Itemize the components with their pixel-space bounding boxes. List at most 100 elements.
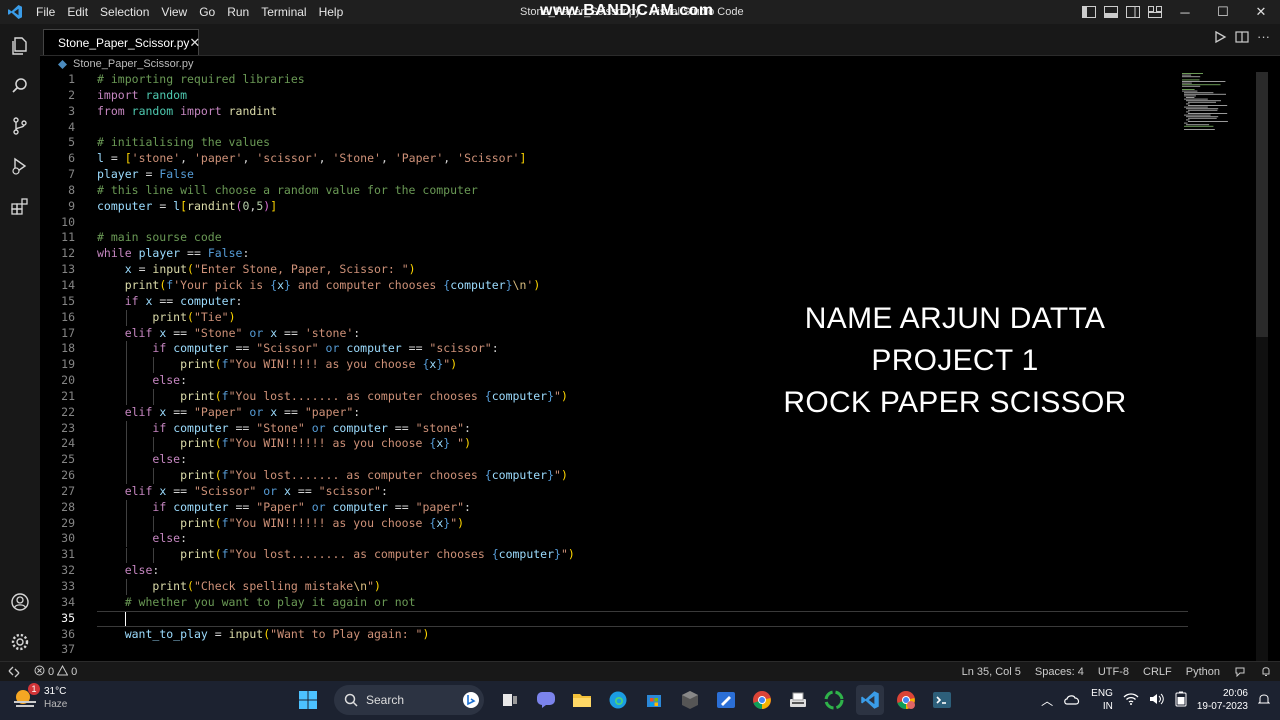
- code-line[interactable]: want_to_play = input("Want to Play again…: [97, 627, 1197, 643]
- code-line[interactable]: # main sourse code: [97, 230, 1197, 246]
- code-line[interactable]: # importing required libraries: [97, 72, 1197, 88]
- code-line[interactable]: [97, 611, 1197, 627]
- menu-go[interactable]: Go: [193, 0, 221, 24]
- code-line[interactable]: print(f"You lost........ as computer cho…: [97, 547, 1197, 563]
- notification-center-icon[interactable]: [1257, 692, 1271, 709]
- menu-terminal[interactable]: Terminal: [255, 0, 312, 24]
- cursor-position[interactable]: Ln 35, Col 5: [962, 666, 1021, 678]
- menu-view[interactable]: View: [155, 0, 193, 24]
- feedback-icon[interactable]: [1234, 665, 1246, 680]
- show-hidden-icons-chevron-icon[interactable]: ︿: [1041, 692, 1053, 709]
- start-button-icon[interactable]: [294, 685, 322, 715]
- onedrive-cloud-icon[interactable]: [1063, 693, 1081, 708]
- run-and-debug-icon[interactable]: [8, 154, 32, 178]
- search-icon: [344, 693, 358, 707]
- language-mode[interactable]: Python: [1186, 666, 1220, 678]
- weather-widget[interactable]: 1 31°C Haze: [12, 683, 67, 711]
- code-line[interactable]: [97, 120, 1197, 136]
- menu-run[interactable]: Run: [221, 0, 255, 24]
- vertical-scrollbar[interactable]: [1256, 72, 1268, 661]
- tab-stone-paper-scissor[interactable]: Stone_Paper_Scissor.py ✕: [43, 29, 200, 55]
- code-line[interactable]: else:: [97, 531, 1197, 547]
- scrollbar-thumb[interactable]: [1256, 72, 1268, 337]
- toggle-primary-sidebar-icon[interactable]: [1078, 0, 1100, 24]
- settings-gear-icon[interactable]: [8, 630, 32, 654]
- encoding[interactable]: UTF-8: [1098, 666, 1129, 678]
- maximize-button[interactable]: ☐: [1204, 0, 1242, 24]
- terminal-app-icon[interactable]: [928, 685, 956, 715]
- indent-guide: [125, 373, 127, 389]
- split-editor-icon[interactable]: [1235, 30, 1249, 49]
- breadcrumb-file[interactable]: Stone_Paper_Scissor.py: [73, 58, 193, 70]
- toggle-panel-icon[interactable]: [1100, 0, 1122, 24]
- line-number: 21: [61, 388, 75, 403]
- code-line[interactable]: # initialising the values: [97, 135, 1197, 151]
- line-number: 10: [61, 214, 75, 229]
- search-icon[interactable]: [8, 74, 32, 98]
- microsoft-store-icon[interactable]: [640, 685, 668, 715]
- code-line[interactable]: elif x == "Scissor" or x == "scissor":: [97, 484, 1197, 500]
- scanner-app-icon[interactable]: [784, 685, 812, 715]
- input-language[interactable]: ENG IN: [1091, 687, 1113, 713]
- code-line[interactable]: if computer == "Paper" or computer == "p…: [97, 500, 1197, 516]
- toggle-secondary-sidebar-icon[interactable]: [1122, 0, 1144, 24]
- code-line[interactable]: # this line will choose a random value f…: [97, 183, 1197, 199]
- code-line[interactable]: [97, 642, 1197, 658]
- sync-app-icon[interactable]: [820, 685, 848, 715]
- code-line[interactable]: print(f"You WIN!!!!!! as you choose {x} …: [97, 436, 1197, 452]
- whiteboard-app-icon[interactable]: [712, 685, 740, 715]
- remote-indicator-icon[interactable]: [0, 662, 28, 682]
- edge-browser-icon[interactable]: [604, 685, 632, 715]
- code-editor[interactable]: 1 2 3 4 5 6 7 8 9 10 11 12 13 14 15 16 17 18 19 20 21 22 23 24 2…: [40, 72, 1268, 661]
- code-line[interactable]: [97, 215, 1197, 231]
- minimize-button[interactable]: ─: [1166, 0, 1204, 24]
- menu-selection[interactable]: Selection: [94, 0, 155, 24]
- source-control-icon[interactable]: [8, 114, 32, 138]
- code-line[interactable]: print("Check spelling mistake\n"): [97, 579, 1197, 595]
- code-line[interactable]: import random: [97, 88, 1197, 104]
- minimap-line: [1182, 89, 1195, 90]
- chrome-browser-icon[interactable]: [748, 685, 776, 715]
- chrome-profile-icon[interactable]: [892, 685, 920, 715]
- code-line[interactable]: else:: [97, 563, 1197, 579]
- code-line[interactable]: computer = l[randint(0,5)]: [97, 199, 1197, 215]
- code-line[interactable]: l = ['stone', 'paper', 'scissor', 'Stone…: [97, 151, 1197, 167]
- file-explorer-icon[interactable]: [568, 685, 596, 715]
- accounts-icon[interactable]: [8, 590, 32, 614]
- code-line[interactable]: else:: [97, 452, 1197, 468]
- volume-icon[interactable]: [1149, 693, 1165, 708]
- extensions-icon[interactable]: [8, 194, 32, 218]
- customize-layout-icon[interactable]: [1144, 0, 1166, 24]
- more-actions-icon[interactable]: ···: [1257, 30, 1270, 49]
- chat-icon[interactable]: [532, 685, 560, 715]
- code-line[interactable]: print(f"You WIN!!!!!! as you choose {x}"…: [97, 516, 1197, 532]
- wifi-icon[interactable]: [1123, 692, 1139, 708]
- battery-icon[interactable]: [1175, 691, 1187, 710]
- menu-file[interactable]: File: [30, 0, 61, 24]
- code-line[interactable]: from random import randint: [97, 104, 1197, 120]
- code-line[interactable]: player = False: [97, 167, 1197, 183]
- taskbar-search[interactable]: Search: [334, 685, 484, 715]
- indent-guide: [153, 468, 155, 485]
- task-view-icon[interactable]: [496, 685, 524, 715]
- close-window-button[interactable]: ✕: [1242, 0, 1280, 24]
- problems-indicator[interactable]: 0 0: [34, 664, 77, 679]
- minimap[interactable]: [1180, 72, 1240, 132]
- code-line[interactable]: # whether you want to play it again or n…: [97, 595, 1197, 611]
- notifications-bell-icon[interactable]: [1260, 665, 1272, 680]
- code-line[interactable]: print(f"You lost....... as computer choo…: [97, 468, 1197, 484]
- run-python-file-icon[interactable]: [1213, 30, 1227, 49]
- code-line[interactable]: while player == False:: [97, 246, 1197, 262]
- package-app-icon[interactable]: [676, 685, 704, 715]
- code-line[interactable]: x = input("Enter Stone, Paper, Scissor: …: [97, 262, 1197, 278]
- vscode-taskbar-icon[interactable]: [856, 685, 884, 715]
- code-line[interactable]: print(f'Your pick is {x} and computer ch…: [97, 278, 1197, 294]
- menu-edit[interactable]: Edit: [61, 0, 94, 24]
- menu-help[interactable]: Help: [313, 0, 350, 24]
- date-time[interactable]: 20:06 19-07-2023: [1197, 687, 1248, 713]
- tab-close-icon[interactable]: ✕: [189, 35, 200, 51]
- indentation[interactable]: Spaces: 4: [1035, 666, 1084, 678]
- explorer-icon[interactable]: [8, 34, 32, 58]
- line-ending[interactable]: CRLF: [1143, 666, 1172, 678]
- minimap-line: [1184, 125, 1214, 127]
